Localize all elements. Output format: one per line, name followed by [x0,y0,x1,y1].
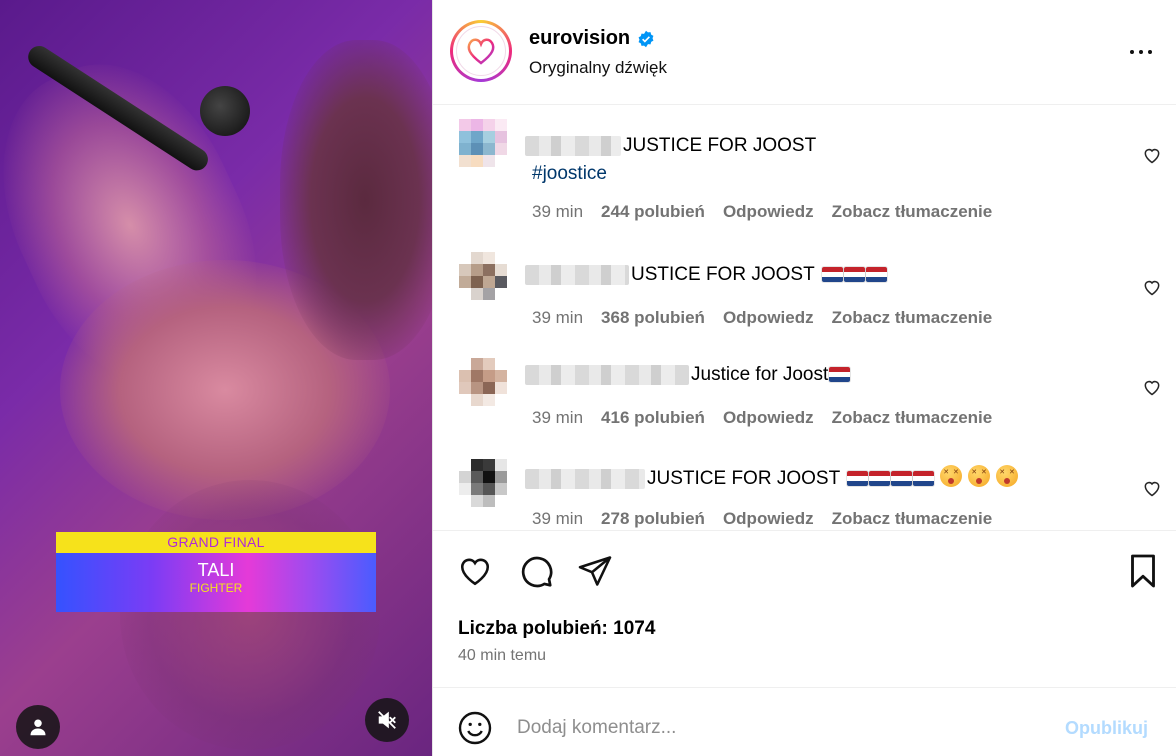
eurovision-heart-logo-icon [467,38,495,65]
verified-badge-icon [638,30,654,47]
account-name[interactable]: eurovision [529,27,630,50]
reply-button[interactable]: Odpowiedz [723,509,814,529]
comment-text-row: USTICE FOR JOOST [525,264,887,286]
comment-time[interactable]: 39 min [532,308,583,328]
post-action-bar [433,531,1176,611]
comment-text: JUSTICE FOR JOOST [623,135,817,156]
tagged-users-button[interactable] [16,705,60,749]
speaker-muted-icon [378,711,396,729]
comment-hashtag-link[interactable]: #joostice [532,163,607,185]
post-timestamp[interactable]: 40 min temu [458,647,546,665]
round-label: GRAND FINAL [56,532,376,553]
video-frame-figure [120,480,380,750]
user-icon [30,719,46,736]
mute-toggle-button[interactable] [365,698,409,742]
commenter-username-blurred[interactable] [525,469,645,489]
commenter-avatar-blurred[interactable] [459,459,507,507]
comment-text-row: JUSTICE FOR JOOST [525,135,816,157]
like-button[interactable] [457,553,493,589]
likes-count[interactable]: Liczba polubień: 1074 [458,618,655,640]
see-translation-button[interactable]: Zobacz tłumaczenie [832,509,993,529]
comment-button[interactable] [518,553,554,589]
dizzy-face-emoji [934,465,1019,493]
comment-like-heart-icon[interactable] [1142,478,1162,498]
comment-likes-count[interactable]: 244 polubień [601,202,705,222]
save-button[interactable] [1125,553,1161,589]
comment-time[interactable]: 39 min [532,509,583,529]
artist-block: TALI FIGHTER [56,553,376,612]
see-translation-button[interactable]: Zobacz tłumaczenie [832,202,993,222]
see-translation-button[interactable]: Zobacz tłumaczenie [832,408,993,428]
comment-meta: 39 min 416 polubień Odpowiedz Zobacz tłu… [532,408,992,428]
comment-like-heart-icon[interactable] [1142,145,1162,165]
add-comment-bar: Opublikuj [433,687,1176,756]
emoji-picker-icon[interactable] [457,710,493,746]
account-name-row: eurovision [529,27,655,50]
commenter-avatar-blurred[interactable] [459,358,507,406]
lower-third-caption: GRAND FINAL TALI FIGHTER [56,532,376,612]
comment-likes-count[interactable]: 416 polubień [601,408,705,428]
reply-button[interactable]: Odpowiedz [723,308,814,328]
comment-icon [521,556,553,588]
original-audio-link[interactable]: Oryginalny dźwięk [529,58,667,78]
comment-meta: 39 min 244 polubień Odpowiedz Zobacz tłu… [532,202,992,222]
share-button[interactable] [577,553,613,589]
reply-button[interactable]: Odpowiedz [723,408,814,428]
comment-text: JUSTICE FOR JOOST [647,468,841,489]
commenter-avatar-blurred[interactable] [459,119,507,167]
commenter-username-blurred[interactable] [525,265,629,285]
microphone-graphic [200,86,250,136]
comment-likes-count[interactable]: 368 polubień [601,308,705,328]
reply-button[interactable]: Odpowiedz [723,202,814,222]
comment-text: Justice for Joost [691,364,829,385]
comment-like-heart-icon[interactable] [1142,377,1162,397]
see-translation-button[interactable]: Zobacz tłumaczenie [832,308,993,328]
comment-likes-count[interactable]: 278 polubień [601,509,705,529]
commenter-avatar-blurred[interactable] [459,252,507,300]
commenter-username-blurred[interactable] [525,365,689,385]
bookmark-icon [1131,554,1155,588]
more-options-button[interactable] [1126,40,1156,64]
comment-meta: 39 min 278 polubień Odpowiedz Zobacz tłu… [532,509,992,529]
netherlands-flag-emoji [821,264,887,286]
comment-meta: 39 min 368 polubień Odpowiedz Zobacz tłu… [532,308,992,328]
account-avatar[interactable] [450,20,512,82]
post-side-panel: eurovision Oryginalny dźwięk JUSTICE FOR… [432,0,1176,756]
comment-text-row: Justice for Joost [525,364,851,386]
artist-name: TALI [197,560,235,580]
commenter-username-blurred[interactable] [525,136,621,156]
comment-text: USTICE FOR JOOST [631,264,815,285]
netherlands-flag-emoji [846,468,935,490]
comment-time[interactable]: 39 min [532,202,583,222]
comment-input[interactable] [517,708,1037,748]
netherlands-flag-emoji [828,364,851,386]
post-header: eurovision Oryginalny dźwięk [433,0,1176,105]
heart-icon [460,558,490,586]
comments-list[interactable]: JUSTICE FOR JOOST #joostice 39 min 244 p… [433,105,1176,531]
comment-like-heart-icon[interactable] [1142,277,1162,297]
video-player[interactable]: GRAND FINAL TALI FIGHTER [0,0,432,756]
publish-comment-button[interactable]: Opublikuj [1065,718,1148,739]
song-title: FIGHTER [189,581,243,595]
video-frame-figure [280,40,432,360]
comment-time[interactable]: 39 min [532,408,583,428]
comment-text-row: JUSTICE FOR JOOST [525,465,1019,493]
paper-plane-icon [578,556,612,586]
more-horizontal-icon [1130,50,1134,54]
